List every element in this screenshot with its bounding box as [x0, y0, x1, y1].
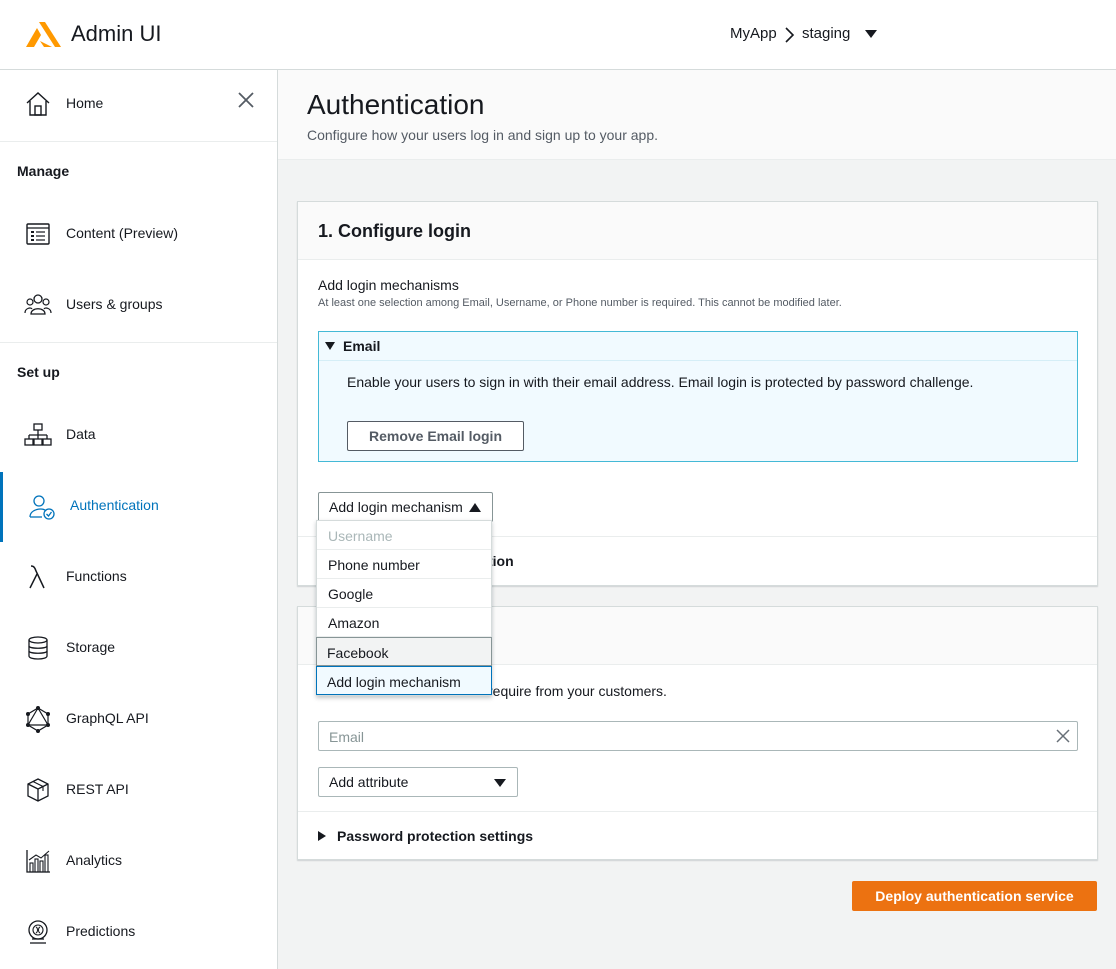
lambda-icon — [29, 565, 45, 589]
sidebar-item-label: REST API — [66, 781, 129, 797]
users-icon — [24, 294, 52, 315]
content-icon — [26, 223, 50, 245]
app-title: Admin UI — [71, 21, 162, 46]
sidebar-item-label: Functions — [66, 568, 127, 584]
deploy-authentication-button[interactable]: Deploy authentication service — [852, 881, 1097, 911]
password-settings-label: Password protection settings — [337, 828, 534, 844]
close-icon[interactable] — [1056, 729, 1070, 743]
sidebar-item-label: Home — [66, 95, 104, 111]
caret-right-icon — [318, 831, 326, 841]
attribute-value: Email — [329, 729, 365, 745]
login-mechanisms-note: At least one selection among Email, User… — [318, 297, 842, 309]
sidebar-item-label: Data — [66, 426, 96, 442]
attribute-email-field[interactable]: Email — [318, 721, 1078, 751]
option-label: Phone number — [328, 557, 420, 573]
breadcrumb-app[interactable]: MyApp — [730, 25, 777, 42]
email-panel-label: Email — [343, 338, 381, 354]
sidebar-item-rest-api[interactable]: REST API — [0, 770, 277, 810]
card-header: 1. Configure login — [298, 202, 1097, 260]
dropdown-option-facebook[interactable]: Facebook — [316, 637, 492, 666]
login-mechanisms-title: Add login mechanisms — [318, 277, 459, 293]
page-subtitle: Configure how your users log in and sign… — [307, 127, 658, 143]
chevron-right-icon — [785, 27, 795, 43]
card-title: 1. Configure login — [318, 221, 471, 241]
sidebar-item-functions[interactable]: Functions — [0, 557, 277, 597]
sidebar-item-label: Storage — [66, 639, 116, 655]
sidebar-item-predictions[interactable]: Predictions — [0, 912, 277, 952]
page-title: Authentication — [307, 89, 485, 120]
email-description: Enable your users to sign in with their … — [347, 374, 974, 390]
sidebar-item-content[interactable]: Content (Preview) — [0, 214, 277, 254]
dropdown-option-username: Username — [317, 521, 491, 550]
dropdown-option-phone-number[interactable]: Phone number — [317, 550, 491, 579]
sidebar-item-storage[interactable]: Storage — [0, 628, 277, 668]
section-label-setup: Set up — [17, 364, 60, 380]
caret-down-icon — [325, 342, 335, 350]
sidebar-item-label: Predictions — [66, 923, 136, 939]
sidebar-item-data[interactable]: Data — [0, 415, 277, 455]
login-mechanism-dropdown: Username Phone number Google Amazon Face… — [316, 520, 492, 696]
add-attribute-select[interactable]: Add attribute — [318, 767, 518, 797]
sidebar: Home Manage Content (Preview) Users & gr — [0, 70, 278, 969]
graphql-icon — [26, 706, 50, 733]
email-panel-header[interactable]: Email — [319, 332, 1077, 361]
data-model-icon — [24, 423, 52, 446]
caret-up-icon — [469, 503, 481, 512]
caret-down-icon — [494, 779, 506, 787]
sidebar-item-label: Analytics — [66, 852, 123, 868]
select-value: Add login mechanism — [329, 499, 463, 515]
email-mechanism-panel: Email Enable your users to sign in with … — [318, 331, 1078, 462]
section-label-manage: Manage — [17, 163, 70, 179]
home-icon — [26, 92, 50, 116]
sidebar-item-analytics[interactable]: Analytics — [0, 841, 277, 881]
page-header: Authentication Configure how your users … — [278, 70, 1116, 160]
sidebar-item-graphql-api[interactable]: GraphQL API — [0, 699, 277, 739]
option-label: Google — [328, 586, 374, 602]
dropdown-option-google[interactable]: Google — [317, 579, 491, 608]
remove-email-login-button[interactable]: Remove Email login — [347, 421, 524, 451]
sidebar-divider — [0, 342, 277, 343]
dropdown-option-amazon[interactable]: Amazon — [317, 608, 491, 637]
dropdown-option-add-login-mechanism[interactable]: Add login mechanism — [316, 666, 492, 695]
option-label: Add login mechanism — [327, 674, 461, 690]
top-bar: Admin UI MyApp staging — [0, 0, 1116, 70]
close-icon[interactable] — [236, 90, 256, 110]
signup-attributes-description: require from your customers. — [488, 683, 667, 699]
add-login-mechanism-select[interactable]: Add login mechanism — [318, 492, 493, 522]
breadcrumb-environment[interactable]: staging — [802, 25, 850, 42]
user-check-icon — [29, 495, 55, 520]
option-label: Username — [328, 528, 393, 544]
sidebar-divider — [0, 141, 277, 142]
sidebar-item-label: Users & groups — [66, 296, 163, 312]
card-divider — [298, 811, 1097, 812]
sidebar-item-users-groups[interactable]: Users & groups — [0, 285, 277, 325]
bar-chart-icon — [26, 850, 50, 873]
select-value: Add attribute — [329, 774, 409, 790]
sidebar-item-label: GraphQL API — [66, 710, 149, 726]
cube-icon — [27, 778, 49, 802]
brain-icon — [28, 920, 48, 944]
caret-down-icon[interactable] — [864, 29, 878, 39]
sidebar-item-authentication[interactable]: Authentication — [0, 486, 277, 526]
database-icon — [28, 636, 48, 660]
sidebar-item-label: Authentication — [70, 497, 159, 513]
option-label: Facebook — [327, 645, 389, 661]
sidebar-item-label: Content (Preview) — [66, 225, 179, 241]
amplify-logo-icon — [26, 22, 61, 47]
option-label: Amazon — [328, 615, 380, 631]
